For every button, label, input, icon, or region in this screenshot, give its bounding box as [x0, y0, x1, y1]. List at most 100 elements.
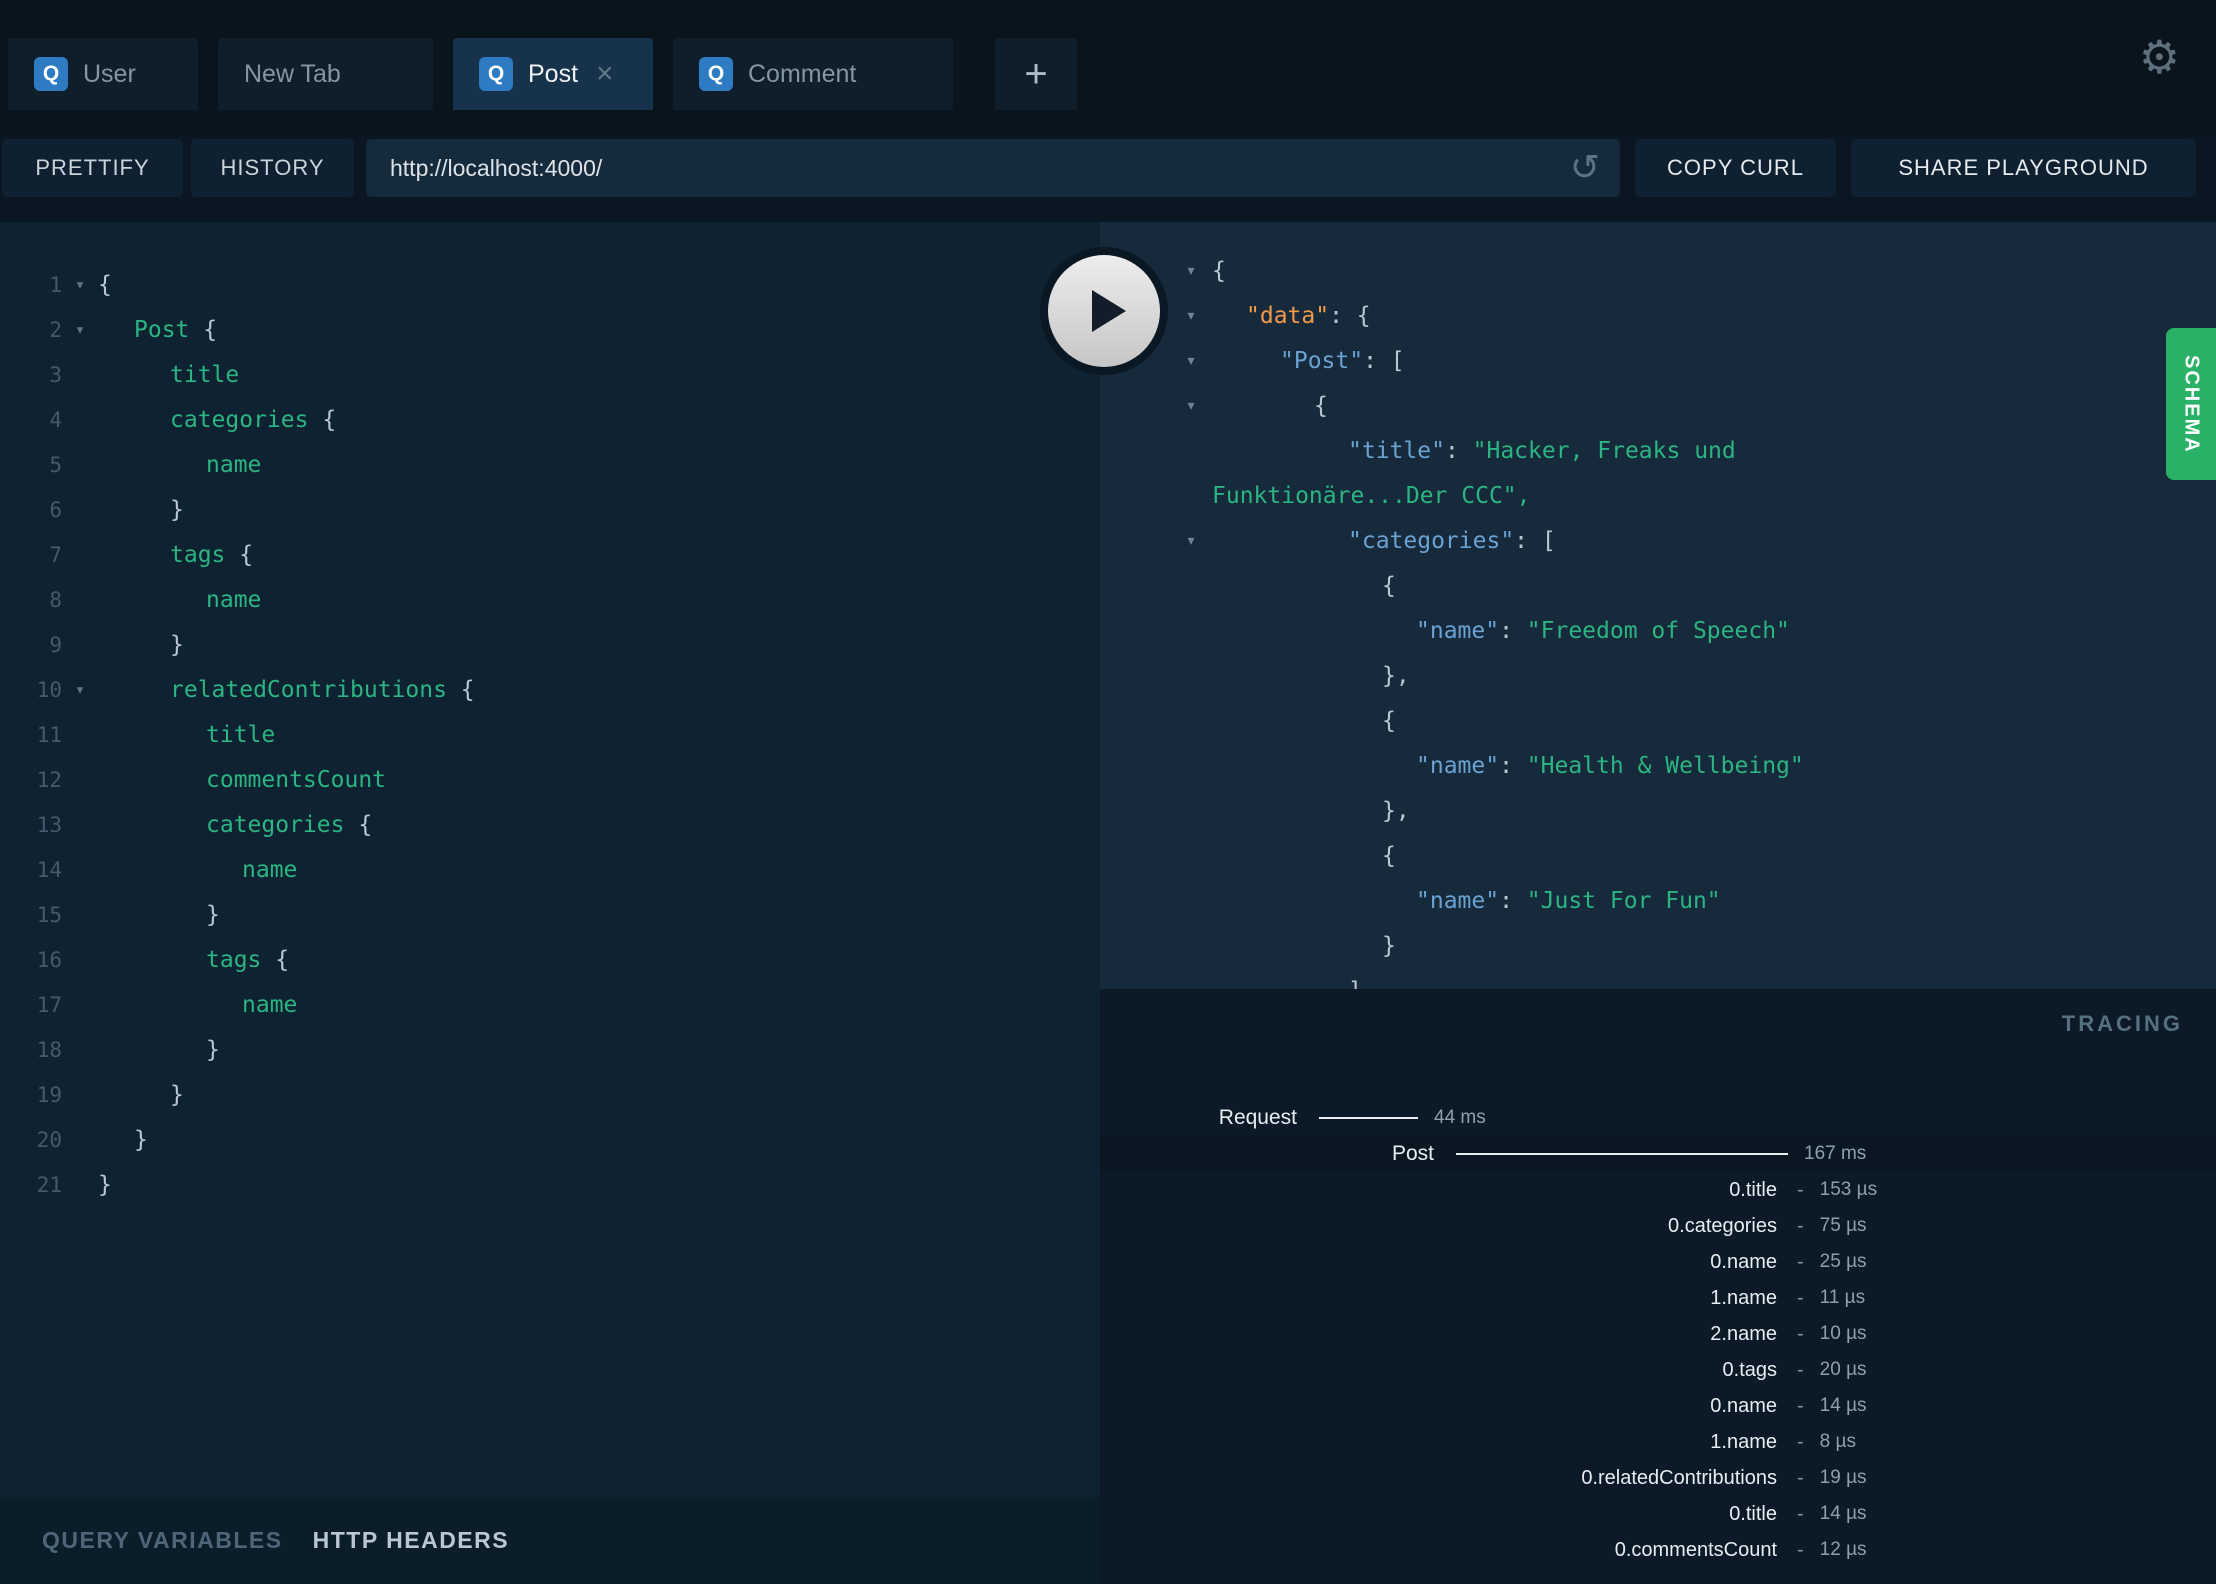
query-editor[interactable]: 1 ▾{2 ▾ Post {3 title 4 categories {5 name 6} 7 ta…	[0, 222, 1100, 1497]
tab-label: Post	[528, 59, 579, 88]
tracing-label: 0.commentsCount	[1614, 1538, 1777, 1561]
tab-label: New Tab	[244, 59, 341, 88]
tab-post[interactable]: Q Post ×	[453, 38, 653, 110]
tracing-value: 10 µs	[1819, 1323, 1867, 1344]
fold-caret-icon[interactable]: ▾	[62, 680, 98, 700]
tracing-dash: -	[1797, 1250, 1804, 1273]
tracing-dash: -	[1797, 1286, 1804, 1309]
collapse-caret-icon[interactable]: ▾	[1170, 260, 1212, 281]
line-number: 9	[49, 632, 62, 657]
tab-label: User	[83, 59, 136, 88]
tracing-rows: Request 44 ms Post 167 ms 0.title - 153 µs 0.ca…	[1100, 1100, 2216, 1568]
collapse-caret-icon[interactable]: ▾	[1170, 350, 1212, 371]
response-viewer: ▾{▾ "data": {▾ "Post": [▾{"title": "Hacker…	[1100, 222, 2216, 990]
tracing-row: 0.commentsCount -12 µs	[1100, 1532, 2216, 1568]
line-number: 7	[49, 542, 62, 567]
new-tab-button[interactable]: +	[995, 38, 1077, 110]
line-number: 14	[36, 857, 62, 882]
tracing-dash: -	[1797, 1358, 1804, 1381]
query-editor-lines: 1 ▾{2 ▾ Post {3 title 4 categories {5 name 6} 7 ta…	[0, 222, 1100, 1207]
line-number: 1	[49, 272, 62, 297]
tracing-value: 12 µs	[1819, 1539, 1867, 1560]
line-number: 15	[36, 902, 62, 927]
tracing-row: 2.name -10 µs	[1100, 1316, 2216, 1352]
tracing-value: 25 µs	[1819, 1251, 1867, 1272]
fold-caret-icon[interactable]: ▾	[62, 320, 98, 340]
http-headers-tab[interactable]: HTTP HEADERS	[313, 1527, 510, 1554]
toolbar: PRETTIFY HISTORY ↺ COPY CURL SHARE PLAYG…	[0, 136, 2216, 200]
tracing-value: 44 ms	[1434, 1107, 1486, 1128]
settings-gear-icon[interactable]: ⚙	[2139, 34, 2180, 80]
query-line: 19}	[0, 1072, 1100, 1117]
tracing-dash: -	[1797, 1538, 1804, 1561]
collapse-caret-icon[interactable]: ▾	[1170, 395, 1212, 416]
reload-schema-icon[interactable]: ↺	[1570, 149, 1600, 185]
collapse-caret-icon[interactable]: ▾	[1170, 305, 1212, 326]
prettify-button[interactable]: PRETTIFY	[2, 139, 183, 197]
response-line: ▾ "categories": [	[1100, 518, 2216, 563]
tracing-value: 11 µs	[1819, 1287, 1866, 1308]
tab-bar: Q User New Tab Q Post × Q Comment + ⚙	[0, 0, 2216, 136]
tracing-label: 0.title	[1729, 1178, 1777, 1201]
tracing-label: Post	[1391, 1142, 1434, 1165]
query-line: 7 tags {	[0, 532, 1100, 577]
tab-user[interactable]: Q User	[8, 38, 198, 110]
tracing-row: Request 44 ms	[1100, 1100, 2216, 1136]
query-line: 18}	[0, 1027, 1100, 1072]
query-line: 3 title	[0, 352, 1100, 397]
query-line: 13 categories {	[0, 802, 1100, 847]
collapse-caret-icon[interactable]: ▾	[1170, 530, 1212, 551]
copy-curl-button[interactable]: COPY CURL	[1635, 139, 1836, 197]
response-line: ▾ "data": {	[1100, 293, 2216, 338]
tracing-value: 167 ms	[1804, 1143, 1867, 1164]
tracing-duration-bar	[1319, 1117, 1418, 1119]
execute-query-button[interactable]	[1040, 247, 1168, 375]
query-line: 11 title	[0, 712, 1100, 757]
fold-caret-icon[interactable]: ▾	[62, 275, 98, 295]
tab-list: Q User New Tab Q Post × Q Comment	[8, 38, 953, 110]
share-playground-button[interactable]: SHARE PLAYGROUND	[1851, 139, 2196, 197]
query-line: 12 commentsCount	[0, 757, 1100, 802]
tracing-toggle[interactable]: TRACING	[2062, 1011, 2183, 1037]
response-line: {	[1382, 707, 1396, 734]
tracing-value: 8 µs	[1819, 1431, 1856, 1452]
tracing-value: 153 µs	[1819, 1179, 1878, 1200]
query-line: 8 name	[0, 577, 1100, 622]
response-lines: ▾{▾ "data": {▾ "Post": [▾{"title": "Hacker…	[1100, 248, 2216, 990]
query-line: 20}	[0, 1117, 1100, 1162]
tracing-label: 0.name	[1710, 1250, 1777, 1273]
tracing-row: 0.relatedContributions -19 µs	[1100, 1460, 2216, 1496]
query-line: 9}	[0, 622, 1100, 667]
line-number: 4	[49, 407, 62, 432]
close-tab-icon[interactable]: ×	[596, 59, 614, 89]
query-line: 15}	[0, 892, 1100, 937]
tracing-label: 0.tags	[1722, 1358, 1777, 1381]
query-line: 4 categories {	[0, 397, 1100, 442]
tracing-label: 0.categories	[1668, 1214, 1777, 1237]
line-number: 6	[49, 497, 62, 522]
tracing-dash: -	[1797, 1394, 1804, 1417]
query-line: 21}	[0, 1162, 1100, 1207]
response-line: "name": "Freedom of Speech"	[1416, 617, 1790, 644]
tracing-row: 0.name -14 µs	[1100, 1388, 2216, 1424]
response-line: Funktionäre...Der CCC",	[1212, 482, 1531, 509]
schema-tab[interactable]: SCHEMA	[2166, 328, 2216, 480]
history-button[interactable]: HISTORY	[191, 139, 354, 197]
endpoint-url-input[interactable]	[366, 139, 1620, 197]
query-line: 2 ▾ Post {	[0, 307, 1100, 352]
tab-new-tab[interactable]: New Tab	[218, 38, 433, 110]
response-line: }	[1382, 932, 1396, 959]
line-number: 18	[36, 1037, 62, 1062]
query-line: 17 name	[0, 982, 1100, 1027]
query-variables-tab[interactable]: QUERY VARIABLES	[42, 1527, 283, 1554]
tab-comment[interactable]: Q Comment	[673, 38, 953, 110]
tracing-row: 1.name -8 µs	[1100, 1424, 2216, 1460]
tracing-label: Request	[1218, 1106, 1297, 1129]
query-badge-icon: Q	[34, 57, 68, 91]
tracing-label: 2.name	[1710, 1322, 1777, 1345]
response-line: ▾ "Post": [	[1100, 338, 2216, 383]
line-number: 16	[36, 947, 62, 972]
query-line: 14 name	[0, 847, 1100, 892]
line-number: 17	[36, 992, 62, 1017]
tracing-value: 75 µs	[1819, 1215, 1867, 1236]
